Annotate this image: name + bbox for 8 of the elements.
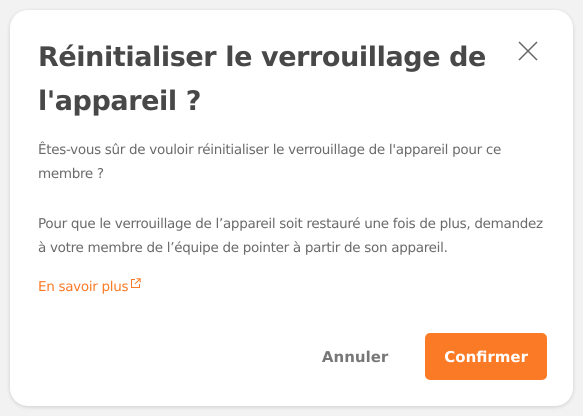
body-text: Êtes-vous sûr de vouloir réinitialiser le verrouillage de l'appareil pour ce membre ? <box>38 140 502 184</box>
close-icon[interactable] <box>517 40 539 62</box>
confirm-button[interactable]: Confirmer <box>425 333 547 380</box>
body-text: Pour que le verrouillage de l’appareil soit restauré une fois de plus, demandez à votre membre de l’équipe de pointer à partir de son appareil. <box>38 215 544 258</box>
dialog-title: Réinitialiser le verrouillage de l'appareil ? <box>38 41 487 119</box>
learn-more-link[interactable]: En savoir plus <box>38 278 128 296</box>
cancel-button[interactable]: Annuler <box>302 333 408 380</box>
external-link-icon <box>130 278 142 289</box>
